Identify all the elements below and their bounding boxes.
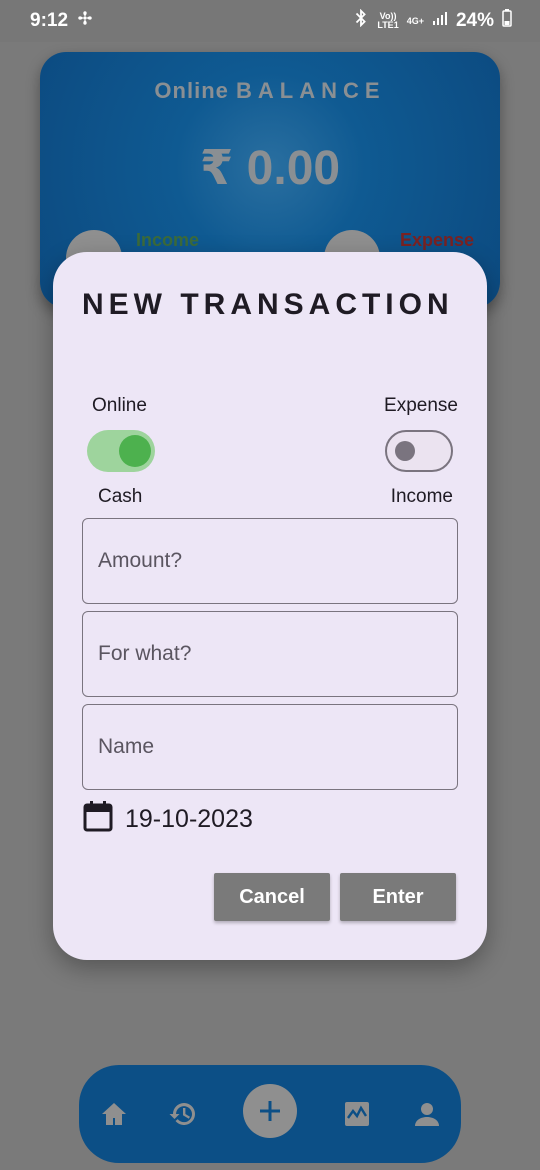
screen: 9:12 Vo)) LTE1 4G+ 24% Online BALANCE ₹ … [0, 0, 540, 1170]
add-button[interactable] [243, 1084, 297, 1138]
balance-title: Online BALANCE [40, 78, 500, 104]
signal-icon [432, 10, 448, 32]
switch-knob [395, 441, 415, 461]
home-icon[interactable] [94, 1094, 134, 1134]
balance-title-word: BALANCE [236, 78, 386, 103]
network-bottom: LTE1 [377, 20, 399, 30]
calendar-icon[interactable] [83, 800, 113, 839]
enter-button[interactable]: Enter [340, 873, 456, 921]
status-bar: 9:12 Vo)) LTE1 4G+ 24% [0, 0, 540, 42]
fan-icon [76, 9, 94, 33]
income-label: Income [136, 230, 200, 250]
date-value: 19-10-2023 [125, 805, 253, 833]
balance-title-prefix: Online [154, 78, 229, 103]
profile-icon[interactable] [407, 1094, 447, 1134]
name-input[interactable] [82, 704, 458, 790]
cancel-button[interactable]: Cancel [214, 873, 330, 921]
balance-amount: ₹ 0.00 [199, 142, 341, 195]
cash-label: Cash [98, 486, 143, 507]
for-what-input[interactable] [82, 611, 458, 697]
status-right: Vo)) LTE1 4G+ 24% [353, 8, 512, 33]
new-transaction-dialog: NEW TRANSACTION Online Expense Cash Inco… [53, 252, 487, 960]
expense-toggle-label: Expense [384, 395, 458, 416]
amount-input[interactable] [82, 518, 458, 604]
date-picker[interactable]: 19-10-2023 [83, 800, 253, 839]
switch-knob [119, 435, 151, 467]
online-label: Online [92, 395, 147, 416]
status-left: 9:12 [30, 9, 94, 33]
income-toggle-label: Income [390, 486, 453, 507]
status-time: 9:12 [30, 10, 69, 31]
chart-icon[interactable] [337, 1094, 377, 1134]
online-cash-switch[interactable] [87, 430, 155, 472]
bottom-nav [79, 1065, 461, 1163]
history-icon[interactable] [163, 1094, 203, 1134]
expense-income-switch[interactable] [385, 430, 453, 472]
signal-type: 4G+ [406, 15, 424, 26]
battery-icon [502, 9, 512, 33]
bluetooth-icon [353, 8, 369, 33]
dialog-title: NEW TRANSACTION [82, 288, 454, 321]
add-icon [260, 1101, 280, 1121]
expense-label: Expense [399, 230, 474, 250]
network-type: Vo)) LTE1 [377, 12, 398, 30]
battery-percent: 24% [455, 10, 494, 31]
